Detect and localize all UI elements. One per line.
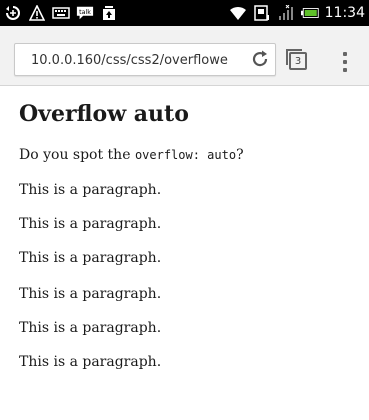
nfc-icon	[253, 4, 271, 22]
tab-switcher-button[interactable]: 3	[285, 48, 311, 74]
question-text: Do you spot the overflow: auto?	[19, 147, 244, 163]
keyboard-icon	[52, 4, 70, 22]
signal-icon	[277, 4, 295, 22]
talk-icon: talk	[76, 4, 94, 22]
upload-icon	[100, 4, 118, 22]
status-left-icons: talk	[4, 4, 118, 22]
status-time: 11:34	[324, 5, 365, 21]
page-title: Overflow auto	[19, 101, 189, 127]
wifi-icon	[229, 4, 247, 22]
question-code: overflow: auto	[134, 148, 237, 162]
paragraph: This is a paragraph.	[19, 182, 162, 198]
paragraph: This is a paragraph.	[19, 354, 162, 370]
question-prefix: Do you spot the	[19, 147, 135, 163]
browser-toolbar: 10.0.0.160/css/css2/overflowe 3	[0, 26, 369, 86]
battery-icon	[300, 4, 319, 22]
tab-count: 3	[294, 55, 302, 67]
web-page-content: Overflow auto Do you spot the overflow: …	[0, 87, 369, 420]
paragraph: This is a paragraph.	[19, 286, 162, 302]
reload-icon	[250, 49, 270, 73]
tabs-icon: 3	[286, 49, 307, 70]
warning-icon	[28, 4, 46, 22]
overflow-menu-icon	[343, 52, 347, 56]
url-text[interactable]: 10.0.0.160/css/css2/overflowe	[31, 51, 243, 71]
paragraph: This is a paragraph.	[19, 216, 162, 232]
question-suffix: ?	[236, 147, 244, 163]
reload-button[interactable]	[248, 49, 272, 73]
paragraph: This is a paragraph.	[19, 320, 162, 336]
overflow-menu-icon-dot	[343, 60, 347, 64]
status-bar: talk 11:34	[0, 0, 369, 26]
paragraph: This is a paragraph.	[19, 250, 162, 266]
status-right-icons: 11:34	[229, 4, 365, 22]
sync-icon	[4, 4, 22, 22]
overflow-menu-icon-dot	[343, 68, 347, 72]
talk-icon-label: talk	[79, 9, 91, 16]
address-bar[interactable]: 10.0.0.160/css/css2/overflowe	[14, 43, 276, 76]
overflow-menu-button[interactable]	[334, 48, 356, 76]
